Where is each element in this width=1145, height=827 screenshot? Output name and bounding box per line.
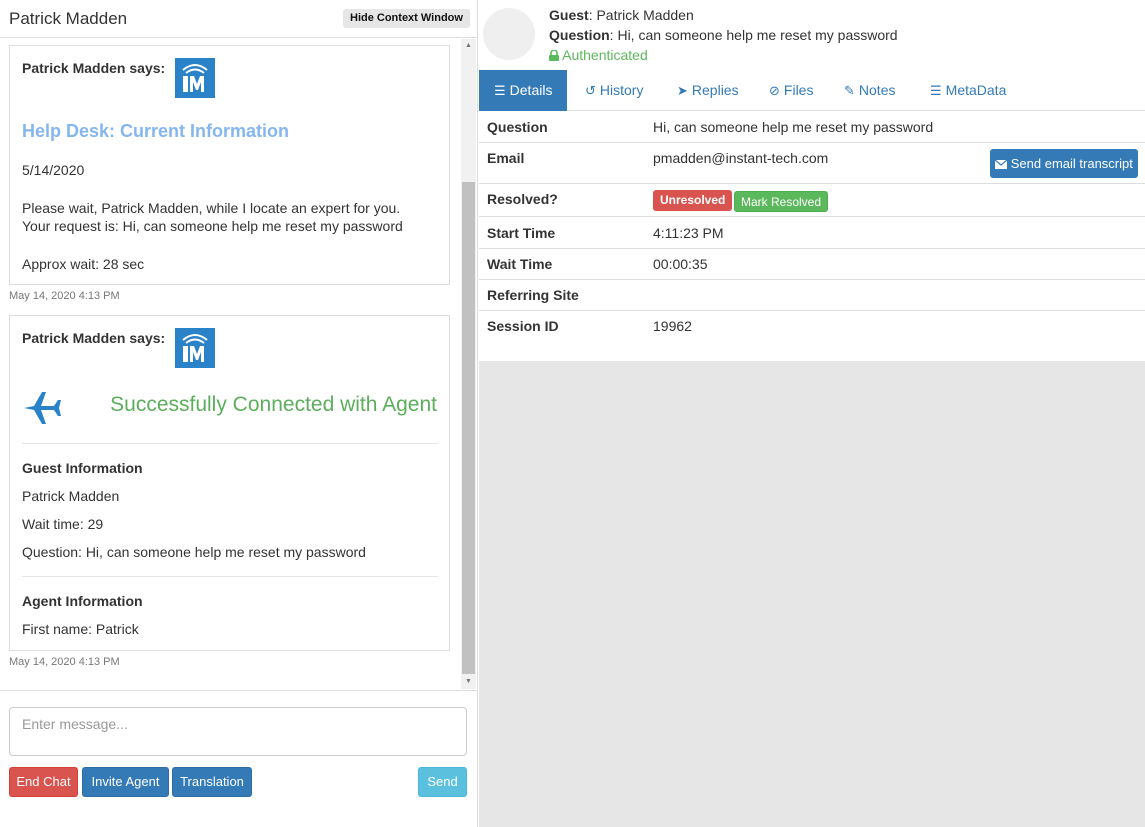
wait-time-value: 00:00:35 — [653, 256, 708, 272]
tab-history[interactable]: ↺ History — [585, 70, 643, 111]
paper-plane-icon: ➤ — [677, 83, 688, 98]
list-icon: ☰ — [930, 83, 942, 98]
tab-label: Notes — [858, 82, 896, 98]
start-time-value: 4:11:23 PM — [653, 225, 724, 241]
help-desk-title: Help Desk: Current Information — [22, 121, 290, 141]
guest-header: Guest: Patrick Madden Question: Hi, can … — [479, 0, 1145, 70]
scroll-down-arrow-icon[interactable]: ▼ — [461, 677, 476, 687]
lock-icon — [549, 49, 559, 61]
chat-title: Patrick Madden — [9, 9, 128, 28]
table-row: Session ID 19962 — [479, 311, 1145, 342]
request-text: Your request is: Hi, can someone help me… — [22, 218, 403, 234]
end-chat-button[interactable]: End Chat — [9, 767, 78, 797]
guest-label: Guest — [549, 7, 589, 23]
connected-message: Successfully Connected with Agent — [110, 393, 437, 416]
edit-icon: ✎ — [844, 83, 855, 98]
send-email-transcript-button[interactable]: Send email transcript — [990, 149, 1138, 178]
scrollbar-thumb[interactable] — [462, 182, 475, 674]
hide-context-button[interactable]: Hide Context Window — [343, 9, 470, 28]
message-timestamp: May 14, 2020 4:13 PM — [9, 290, 120, 302]
resolved-key: Resolved? — [487, 191, 558, 207]
agent-info-heading: Agent Information — [22, 593, 143, 609]
chat-message: Patrick Madden says: Help Desk: Current … — [9, 45, 450, 285]
tab-label: History — [599, 82, 644, 98]
message-date: 5/14/2020 — [22, 162, 85, 178]
guest-wait-time: Wait time: 29 — [22, 516, 104, 532]
question-label: Question — [549, 27, 610, 43]
mark-resolved-button[interactable]: Mark Resolved — [734, 191, 829, 212]
table-row: Wait Time 00:00:35 — [479, 249, 1145, 280]
question-line: Question: Hi, can someone help me reset … — [549, 27, 898, 43]
chat-transcript[interactable]: Patrick Madden says: Help Desk: Current … — [0, 39, 478, 689]
airplane-icon — [24, 392, 61, 424]
question-key: Question — [487, 119, 548, 135]
history-icon: ↺ — [585, 83, 596, 98]
please-wait-text: Please wait, Patrick Madden, while I loc… — [22, 200, 401, 216]
table-row: Start Time 4:11:23 PM — [479, 217, 1145, 249]
tab-files[interactable]: ⊘ Files — [769, 70, 813, 111]
tab-details[interactable]: ☰ Details — [479, 70, 568, 111]
paperclip-icon: ⊘ — [769, 83, 780, 98]
guest-name: Patrick Madden — [22, 488, 120, 504]
tab-notes[interactable]: ✎ Notes — [844, 70, 895, 111]
approx-wait-text: Approx wait: 28 sec — [22, 256, 145, 272]
tab-label: Files — [783, 82, 814, 98]
auth-status-text: Authenticated — [562, 47, 648, 63]
wait-time-key: Wait Time — [487, 256, 553, 272]
table-row: Question Hi, can someone help me reset m… — [479, 111, 1145, 143]
start-time-key: Start Time — [487, 225, 556, 241]
tab-label: MetaData — [945, 82, 1007, 98]
unresolved-badge: Unresolved — [653, 190, 733, 211]
email-key: Email — [487, 150, 525, 166]
send-transcript-label: Send email transcript — [1010, 156, 1133, 171]
session-id-key: Session ID — [487, 318, 559, 334]
question-detail-value: Hi, can someone help me reset my passwor… — [653, 119, 934, 135]
table-row: Resolved? Unresolved Mark Resolved — [479, 184, 1145, 217]
details-table: Question Hi, can someone help me reset m… — [479, 111, 1145, 361]
avatar — [483, 8, 535, 60]
tab-label: Replies — [691, 82, 739, 98]
email-value: pmadden@instant-tech.com — [653, 150, 829, 166]
question-value: Hi, can someone help me reset my passwor… — [617, 27, 898, 43]
chat-scrollbar[interactable]: ▲ ▼ — [461, 39, 476, 689]
chat-message: Patrick Madden says: Successfully Connec… — [9, 315, 450, 651]
tab-replies[interactable]: ➤ Replies — [677, 70, 739, 111]
guest-line: Guest: Patrick Madden — [549, 7, 694, 23]
session-id-value: 19962 — [653, 318, 692, 334]
envelope-icon — [994, 159, 1008, 169]
message-sender: Patrick Madden says: — [22, 330, 166, 346]
chat-header: Patrick Madden Hide Context Window — [0, 0, 478, 38]
divider — [22, 576, 438, 577]
context-tabs: ☰ Details ↺ History ➤ Replies ⊘ Files ✎ Notes… — [479, 70, 1145, 111]
guest-question: Question: Hi, can someone help me reset … — [22, 544, 366, 560]
message-timestamp: May 14, 2020 4:13 PM — [9, 656, 120, 668]
send-button[interactable]: Send — [418, 767, 467, 797]
invite-agent-button[interactable]: Invite Agent — [82, 767, 169, 797]
context-panel: Guest: Patrick Madden Question: Hi, can … — [479, 0, 1145, 827]
agent-first-name: First name: Patrick — [22, 621, 139, 637]
im-logo-icon — [175, 328, 215, 368]
translation-button[interactable]: Translation — [172, 767, 252, 797]
divider — [22, 443, 438, 444]
referring-site-key: Referring Site — [487, 287, 579, 303]
auth-status: Authenticated — [549, 47, 648, 63]
chat-panel: Patrick Madden Hide Context Window Patri… — [0, 0, 478, 827]
im-logo-icon — [175, 58, 215, 98]
table-row: Email pmadden@instant-tech.com Send emai… — [479, 143, 1145, 184]
message-sender: Patrick Madden says: — [22, 60, 166, 76]
composer: End Chat Invite Agent Translation Send — [0, 690, 478, 827]
tab-label: Details — [509, 82, 553, 98]
table-row: Referring Site — [479, 280, 1145, 311]
tab-metadata[interactable]: ☰ MetaData — [930, 70, 1006, 111]
message-input[interactable] — [9, 707, 467, 756]
guest-value: Patrick Madden — [596, 7, 694, 23]
list-icon: ☰ — [494, 83, 506, 98]
guest-info-heading: Guest Information — [22, 460, 143, 476]
scroll-up-arrow-icon[interactable]: ▲ — [461, 41, 476, 51]
